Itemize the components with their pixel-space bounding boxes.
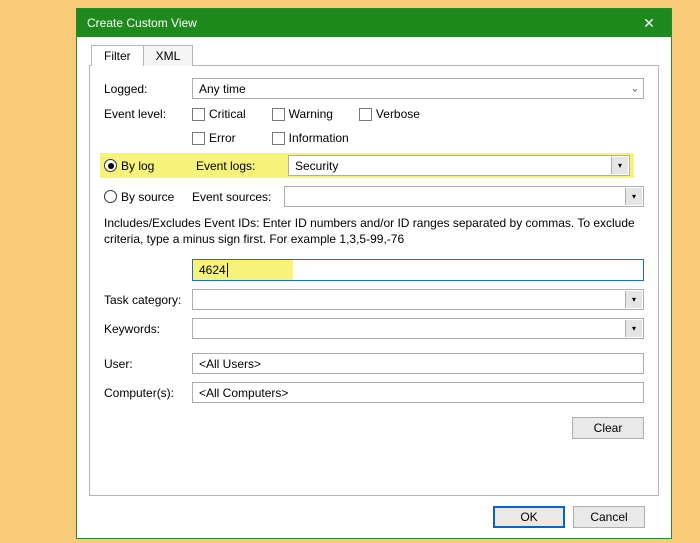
titlebar[interactable]: Create Custom View ✕ xyxy=(77,9,671,37)
level-warning[interactable]: Warning xyxy=(272,107,333,121)
user-label: User: xyxy=(104,357,192,371)
filter-panel: Logged: Any time ⌄ Event level: Critical… xyxy=(89,65,659,496)
dropdown-arrow-icon: ▾ xyxy=(625,291,642,308)
radio-by-log[interactable]: By log xyxy=(104,159,196,173)
radio-by-source[interactable]: By source xyxy=(104,190,192,204)
dropdown-arrow-icon: ▾ xyxy=(625,320,642,337)
task-category-label: Task category: xyxy=(104,293,192,307)
chevron-down-icon: ⌄ xyxy=(631,83,639,94)
level-critical[interactable]: Critical xyxy=(192,107,246,121)
ok-button[interactable]: OK xyxy=(493,506,565,528)
keywords-dropdown[interactable]: ▾ xyxy=(192,318,644,339)
clear-button[interactable]: Clear xyxy=(572,417,644,439)
keywords-label: Keywords: xyxy=(104,322,192,336)
dialog-create-custom-view: Create Custom View ✕ Filter XML Logged: … xyxy=(76,8,672,539)
level-error[interactable]: Error xyxy=(192,131,236,145)
cancel-button[interactable]: Cancel xyxy=(573,506,645,528)
event-sources-dropdown[interactable]: ▾ xyxy=(284,186,644,207)
event-logs-label: Event logs: xyxy=(196,159,288,173)
user-input[interactable]: <All Users> xyxy=(192,353,644,374)
event-logs-dropdown[interactable]: Security ▾ xyxy=(288,155,630,176)
level-information[interactable]: Information xyxy=(272,131,349,145)
event-sources-label: Event sources: xyxy=(192,190,284,204)
tabs: Filter XML xyxy=(91,45,659,66)
event-ids-input[interactable]: 4624 xyxy=(192,259,644,281)
event-ids-instructions: Includes/Excludes Event IDs: Enter ID nu… xyxy=(104,215,644,247)
dropdown-arrow-icon: ▾ xyxy=(625,188,642,205)
close-button[interactable]: ✕ xyxy=(627,9,671,37)
tab-xml[interactable]: XML xyxy=(143,45,194,66)
dropdown-arrow-icon: ▾ xyxy=(611,157,628,174)
close-icon: ✕ xyxy=(643,15,655,32)
level-verbose[interactable]: Verbose xyxy=(359,107,420,121)
logged-label: Logged: xyxy=(104,82,192,96)
dialog-footer: OK Cancel xyxy=(89,496,659,528)
logged-dropdown[interactable]: Any time ⌄ xyxy=(192,78,644,99)
computers-input[interactable]: <All Computers> xyxy=(192,382,644,403)
title-text: Create Custom View xyxy=(87,16,197,30)
event-level-label: Event level: xyxy=(104,107,192,121)
task-category-dropdown[interactable]: ▾ xyxy=(192,289,644,310)
computers-label: Computer(s): xyxy=(104,386,192,400)
tab-filter[interactable]: Filter xyxy=(91,45,144,66)
dialog-body: Filter XML Logged: Any time ⌄ Event leve… xyxy=(77,37,671,538)
